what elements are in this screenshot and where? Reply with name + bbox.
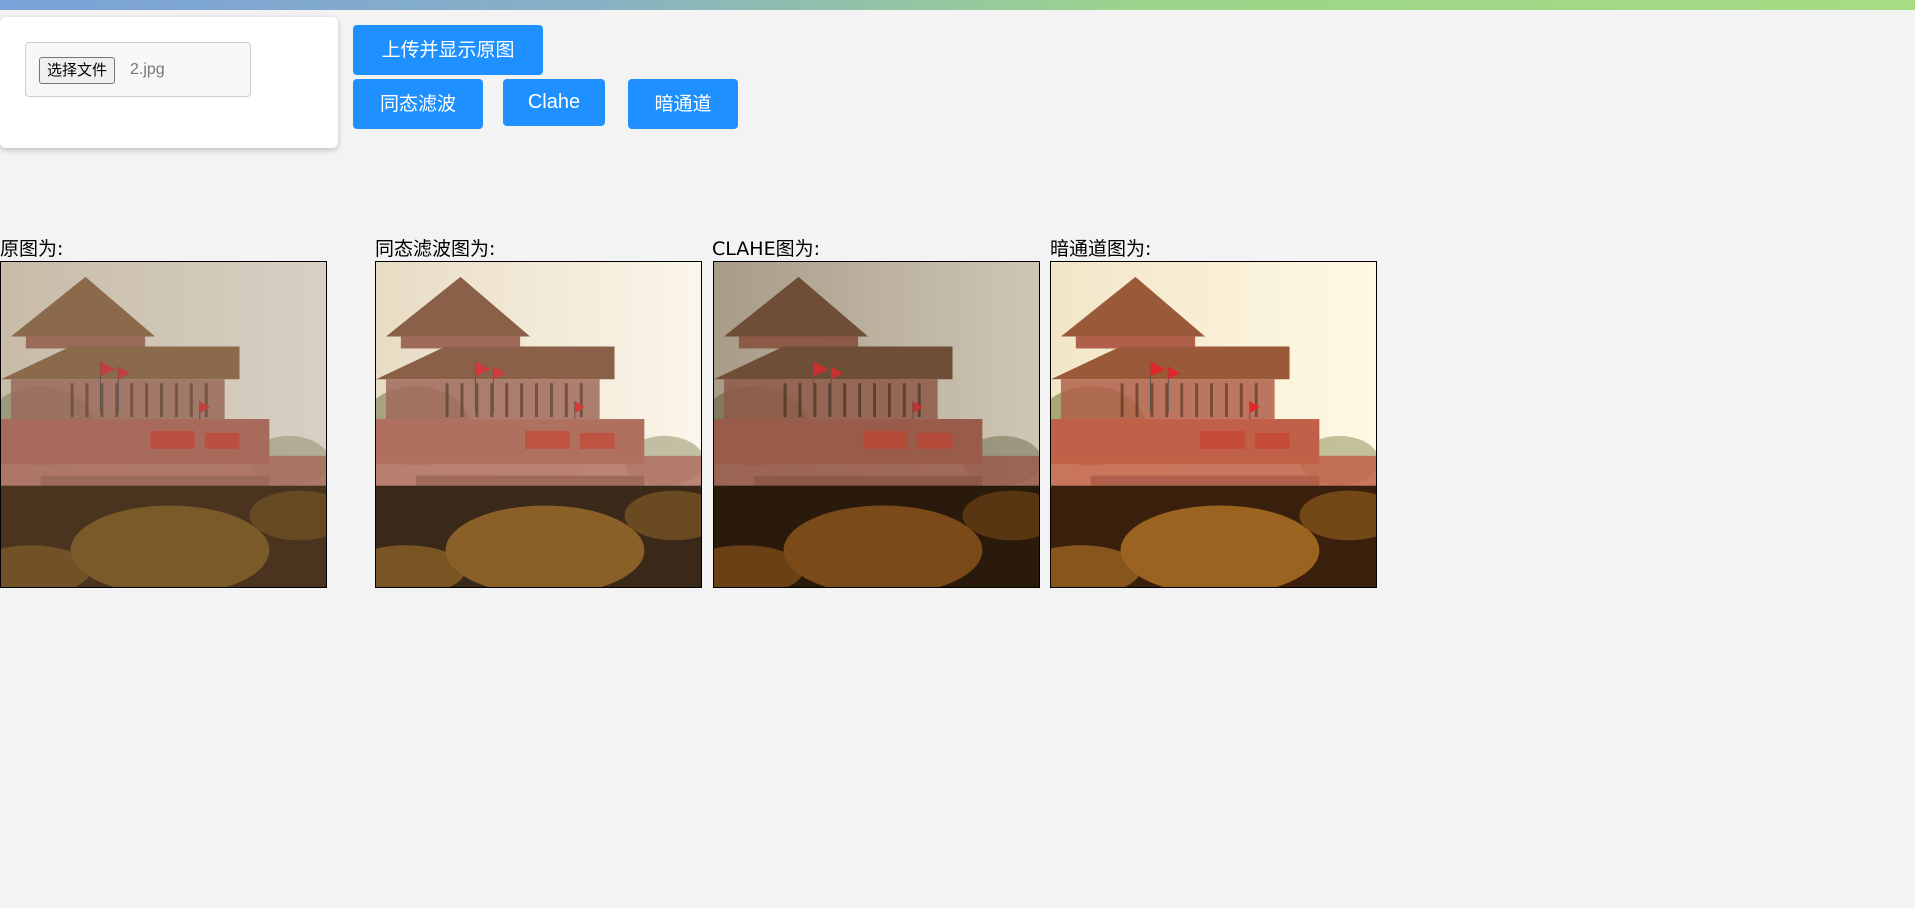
original-image — [0, 261, 327, 588]
tiananmen-gate-image — [714, 262, 1039, 587]
top-gradient-bar — [0, 0, 1915, 10]
clahe-image — [713, 261, 1040, 588]
tiananmen-gate-image — [376, 262, 701, 587]
homomorphic-image — [375, 261, 702, 588]
tiananmen-gate-image — [1, 262, 326, 587]
original-image-label: 原图为: — [0, 238, 64, 260]
dark-channel-image — [1050, 261, 1377, 588]
homomorphic-image-label: 同态滤波图为: — [375, 238, 496, 260]
homomorphic-filter-button[interactable]: 同态滤波 — [353, 79, 483, 129]
upload-show-original-button[interactable]: 上传并显示原图 — [353, 25, 543, 75]
file-input[interactable]: 选择文件 2.jpg — [25, 42, 251, 97]
choose-file-button[interactable]: 选择文件 — [39, 57, 116, 84]
dark-channel-button[interactable]: 暗通道 — [628, 79, 738, 129]
clahe-button[interactable]: Clahe — [503, 79, 605, 126]
upload-card: 选择文件 2.jpg — [0, 17, 338, 148]
tiananmen-gate-image — [1051, 262, 1376, 587]
clahe-image-label: CLAHE图为: — [712, 238, 820, 260]
dark-channel-image-label: 暗通道图为: — [1050, 238, 1152, 260]
selected-file-name: 2.jpg — [130, 61, 165, 78]
